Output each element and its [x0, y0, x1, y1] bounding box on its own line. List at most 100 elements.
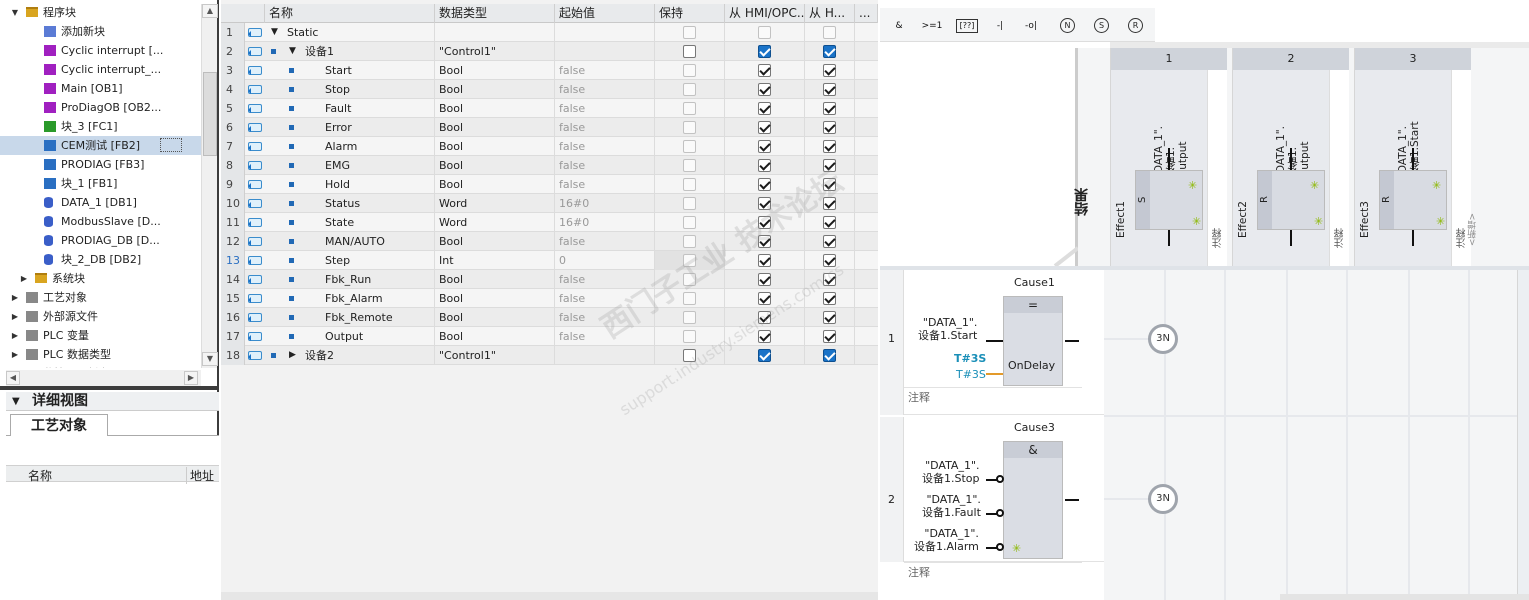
chevron-right-icon[interactable]: ▶ — [10, 326, 20, 345]
effect-block[interactable]: R ✳ ✳ — [1379, 170, 1447, 230]
effect-number[interactable]: 2 — [1233, 48, 1349, 70]
hmi-accessible-checkbox[interactable] — [758, 273, 771, 286]
variable-start-value[interactable]: false — [555, 80, 655, 99]
tree-item[interactable]: ▶ 系统块 — [0, 269, 201, 288]
timer-value[interactable]: T#3S — [956, 368, 986, 381]
row-number[interactable]: 11 — [221, 213, 245, 232]
row-number[interactable]: 14 — [221, 270, 245, 289]
retain-checkbox[interactable] — [683, 26, 696, 39]
variable-start-value[interactable]: false — [555, 61, 655, 80]
effect-column[interactable]: 2 注释 "DATA_1". 设备1. Output Effect2 R ✳ ✳ — [1232, 48, 1349, 266]
effect-name[interactable]: Effect2 — [1237, 178, 1249, 238]
variable-datatype[interactable]: Bool — [435, 232, 555, 251]
or-button[interactable]: >=1 — [920, 16, 944, 36]
tree-horizontal-scrollbar[interactable]: ◀ ▶ — [6, 370, 201, 386]
variable-datatype[interactable]: Bool — [435, 137, 555, 156]
row-number[interactable]: 13 — [221, 251, 245, 270]
table-row[interactable]: 8 EMG Bool false — [221, 156, 878, 175]
cause-input-var[interactable]: "DATA_1". 设备1.Alarm — [914, 527, 979, 553]
table-row[interactable]: 9 Hold Bool false — [221, 175, 878, 194]
tab-tech-objects[interactable]: 工艺对象 — [10, 414, 108, 436]
hmi-accessible-checkbox[interactable] — [758, 330, 771, 343]
col-hmi-access[interactable]: 从 HMI/OPC... — [725, 4, 805, 23]
retain-checkbox[interactable] — [683, 273, 696, 286]
table-row[interactable]: 15 Fbk_Alarm Bool false — [221, 289, 878, 308]
table-row[interactable]: 4 Stop Bool false — [221, 80, 878, 99]
variable-datatype[interactable]: Bool — [435, 80, 555, 99]
variable-start-value[interactable]: false — [555, 175, 655, 194]
variable-datatype[interactable]: Word — [435, 194, 555, 213]
tree-item[interactable]: ▼ 程序块 — [0, 3, 201, 22]
retain-checkbox[interactable] — [683, 64, 696, 77]
effect-number[interactable]: 1 — [1111, 48, 1227, 70]
variable-start-value[interactable]: 16#0 — [555, 194, 655, 213]
variable-datatype[interactable]: Bool — [435, 289, 555, 308]
col-address-header[interactable]: 地址 — [186, 467, 214, 484]
retain-checkbox[interactable] — [683, 102, 696, 115]
chevron-right-icon[interactable]: ▶ — [10, 307, 20, 326]
row-number[interactable]: 3 — [221, 61, 245, 80]
tree-scroll-thumb[interactable] — [203, 72, 217, 156]
tree-item[interactable]: ▶ 监控与强制表 — [0, 364, 201, 368]
tree-item[interactable]: Cyclic interrupt_... — [0, 60, 201, 79]
variable-datatype[interactable]: Bool — [435, 156, 555, 175]
intersection-node-2[interactable]: 3N — [1148, 484, 1178, 514]
table-row[interactable]: 1 ▼ Static — [221, 23, 878, 42]
hmi-accessible-checkbox[interactable] — [758, 349, 771, 362]
retain-checkbox[interactable] — [683, 349, 696, 362]
s-button[interactable]: S — [1094, 18, 1109, 33]
cause-name[interactable]: Cause1 — [1014, 276, 1055, 289]
r-button[interactable]: R — [1128, 18, 1143, 33]
row-number[interactable]: 16 — [221, 308, 245, 327]
variable-datatype[interactable]: Bool — [435, 270, 555, 289]
new-effect-label[interactable]: <新增> — [1466, 213, 1479, 246]
hmi-accessible-checkbox[interactable] — [758, 83, 771, 96]
tree-item[interactable]: PRODIAG [FB3] — [0, 155, 201, 174]
tree-item[interactable]: DATA_1 [DB1] — [0, 193, 201, 212]
hmi-accessible-checkbox[interactable] — [758, 216, 771, 229]
row-number[interactable]: 4 — [221, 80, 245, 99]
table-row[interactable]: 5 Fault Bool false — [221, 99, 878, 118]
variable-datatype[interactable] — [435, 23, 555, 42]
table-row[interactable]: 11 State Word 16#0 — [221, 213, 878, 232]
variable-start-value[interactable]: false — [555, 118, 655, 137]
effect-number[interactable]: 3 — [1355, 48, 1471, 70]
scroll-right-icon[interactable]: ▶ — [184, 371, 198, 385]
variable-datatype[interactable]: "Control1" — [435, 42, 555, 61]
negated-contact-button[interactable]: -o| — [1020, 16, 1042, 36]
tree-vertical-scrollbar[interactable]: ▲ ▼ — [201, 4, 218, 368]
row-number[interactable]: 5 — [221, 99, 245, 118]
cause-input-var[interactable]: "DATA_1". 设备1.Start — [918, 316, 977, 342]
effect-column[interactable]: 3 注释 "DATA_1". 设备1.Start Effect3 R ✳ ✳ — [1354, 48, 1471, 266]
chevron-right-icon[interactable]: ▶ — [10, 288, 20, 307]
variable-start-value[interactable] — [555, 42, 655, 61]
cause-row[interactable]: 1 Cause1 = OnDelay "DATA_1". 设备1.Start T#3S T#3… — [880, 270, 1104, 415]
hmi-accessible-checkbox[interactable] — [758, 311, 771, 324]
table-horizontal-scrollbar[interactable] — [221, 592, 878, 600]
chevron-right-icon[interactable]: ▶ — [10, 345, 20, 364]
variable-start-value[interactable]: false — [555, 289, 655, 308]
col-hmi-write[interactable]: 从 H... — [805, 4, 855, 23]
table-row[interactable]: 7 Alarm Bool false — [221, 137, 878, 156]
retain-checkbox[interactable] — [683, 121, 696, 134]
retain-checkbox[interactable] — [683, 140, 696, 153]
hmi-accessible-checkbox[interactable] — [758, 197, 771, 210]
row-number[interactable]: 12 — [221, 232, 245, 251]
hmi-writable-checkbox[interactable] — [823, 216, 836, 229]
tree-item[interactable]: 添加新块 — [0, 22, 201, 41]
tree-item[interactable]: ▶ PLC 数据类型 — [0, 345, 201, 364]
effect-block[interactable]: S ✳ ✳ — [1135, 170, 1203, 230]
effect-variable[interactable]: "DATA_1". 设备1.Start — [1397, 98, 1421, 178]
table-row[interactable]: 12 MAN/AUTO Bool false — [221, 232, 878, 251]
scroll-down-icon[interactable]: ▼ — [202, 352, 218, 366]
tree-item[interactable]: ProDiagOB [OB2... — [0, 98, 201, 117]
tree-item[interactable]: ▶ 外部源文件 — [0, 307, 201, 326]
hmi-writable-checkbox[interactable] — [823, 102, 836, 115]
col-more[interactable]: ... — [855, 4, 878, 23]
hmi-writable-checkbox[interactable] — [823, 64, 836, 77]
variable-start-value[interactable]: false — [555, 270, 655, 289]
variable-datatype[interactable]: Word — [435, 213, 555, 232]
row-number[interactable]: 18 — [221, 346, 245, 365]
n-button[interactable]: N — [1060, 18, 1075, 33]
hmi-writable-checkbox[interactable] — [823, 273, 836, 286]
